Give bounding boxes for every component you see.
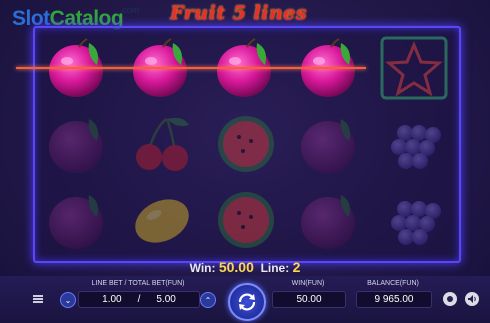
decrease-bet-button[interactable]: ⌄ (60, 292, 76, 308)
win-fun-label: WIN(FUN) (291, 280, 325, 287)
win-value: 50.00 (218, 259, 254, 275)
game-title: Fruit 5 lines (170, 2, 307, 24)
menu-icon[interactable] (33, 295, 43, 303)
symbol-watermelon (208, 185, 284, 255)
bet-label: LINE BET / TOTAL BET(FUN) (91, 280, 185, 287)
symbol-grapes (376, 185, 452, 255)
chevron-down-icon: ⌄ (64, 295, 72, 305)
symbol-watermelon (208, 109, 284, 179)
symbol-plum (292, 109, 368, 179)
balance-label: BALANCE(FUN) (367, 280, 419, 287)
balance-value: 9 965.00 (356, 291, 432, 308)
symbol-star (376, 33, 452, 103)
spin-arrows-icon (238, 293, 256, 311)
symbol-plum (40, 185, 116, 255)
speaker-icon (468, 295, 476, 303)
symbol-plum (292, 185, 368, 255)
symbol-cherry (124, 109, 200, 179)
autoplay-icon[interactable] (443, 292, 457, 306)
sound-icon[interactable] (465, 292, 479, 306)
line-bet-value: 1.00 (102, 294, 122, 305)
chevron-up-icon: ⌃ (204, 295, 212, 305)
total-bet-value: 5.00 (156, 294, 176, 305)
win-label: Win: (189, 261, 216, 275)
symbol-lemon (124, 185, 200, 255)
line-label: Line: (260, 261, 290, 275)
symbol-grapes (376, 109, 452, 179)
spin-button[interactable] (228, 283, 266, 321)
winning-payline (16, 67, 366, 69)
increase-bet-button[interactable]: ⌃ (200, 292, 216, 308)
win-fun-value: 50.00 (272, 291, 346, 308)
bet-display: 1.00 / 5.00 (78, 291, 200, 308)
line-value: 2 (292, 259, 301, 275)
bet-separator: / (137, 294, 141, 305)
brand-suffix: .com (120, 5, 140, 15)
win-info: Win: 50.00 Line: 2 (0, 259, 490, 275)
symbol-plum (40, 109, 116, 179)
